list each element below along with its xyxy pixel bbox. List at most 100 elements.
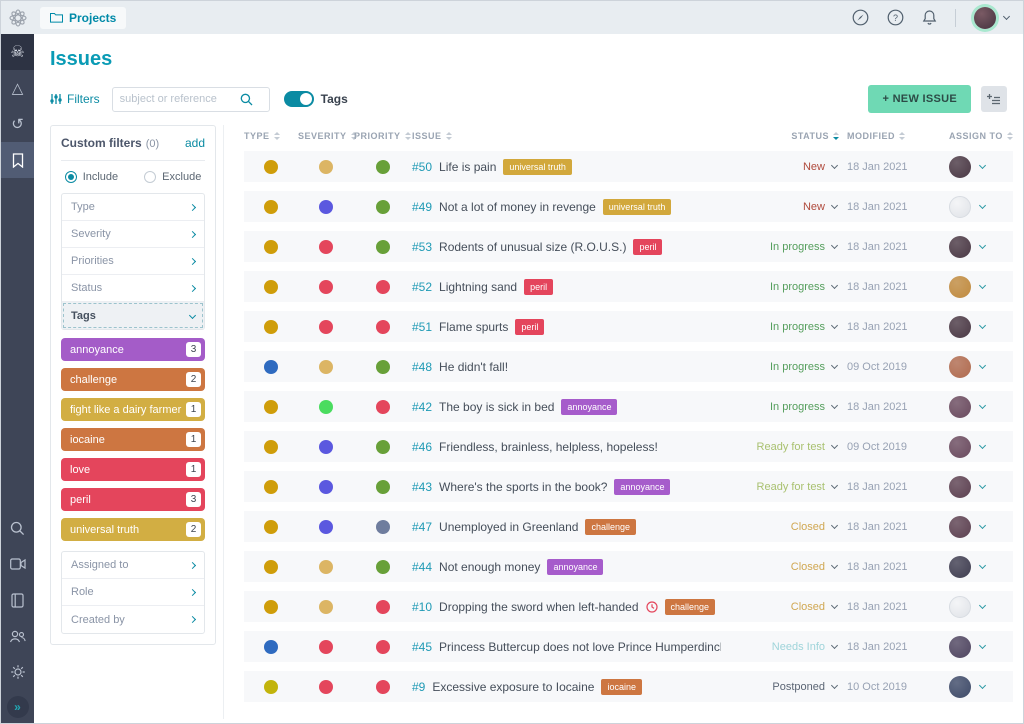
status-dropdown[interactable]: New bbox=[803, 161, 825, 173]
sidebar-item-epics[interactable]: ↺ bbox=[1, 106, 34, 142]
filter-section-row[interactable]: Status bbox=[62, 275, 204, 302]
sidebar-item-team[interactable] bbox=[1, 618, 34, 654]
severity-dot[interactable] bbox=[319, 160, 333, 174]
help-icon[interactable]: ? bbox=[887, 9, 904, 26]
type-dot[interactable] bbox=[264, 280, 278, 294]
status-dropdown[interactable]: Closed bbox=[791, 601, 825, 613]
type-dot[interactable] bbox=[264, 200, 278, 214]
new-issue-button[interactable]: + NEW ISSUE bbox=[868, 85, 971, 113]
issue-subject[interactable]: Unemployed in Greenland bbox=[439, 520, 578, 534]
table-row[interactable]: #49 Not a lot of money in revenge univer… bbox=[244, 191, 1013, 222]
chevron-down-icon[interactable] bbox=[831, 441, 838, 448]
status-dropdown[interactable]: Ready for test bbox=[757, 441, 825, 453]
filter-section-row[interactable]: Priorities bbox=[62, 248, 204, 275]
type-dot[interactable] bbox=[264, 440, 278, 454]
priority-dot[interactable] bbox=[376, 560, 390, 574]
sidebar-item-scrum[interactable]: △ bbox=[1, 70, 34, 106]
severity-dot[interactable] bbox=[319, 280, 333, 294]
chevron-down-icon[interactable] bbox=[979, 561, 986, 568]
chevron-down-icon[interactable] bbox=[979, 441, 986, 448]
exclude-radio[interactable] bbox=[144, 171, 156, 183]
chevron-down-icon[interactable] bbox=[831, 361, 838, 368]
column-header-issue[interactable]: ISSUE bbox=[412, 131, 721, 141]
assignee-avatar[interactable] bbox=[949, 396, 971, 418]
chevron-down-icon[interactable] bbox=[979, 641, 986, 648]
severity-dot[interactable] bbox=[319, 200, 333, 214]
table-row[interactable]: #10 Dropping the sword when left-handed … bbox=[244, 591, 1013, 622]
issue-subject[interactable]: Life is pain bbox=[439, 160, 496, 174]
sidebar-item-issues[interactable] bbox=[1, 142, 34, 178]
issue-id[interactable]: #49 bbox=[412, 200, 432, 214]
issue-id[interactable]: #42 bbox=[412, 400, 432, 414]
tag-filter-chip[interactable]: iocaine1 bbox=[61, 428, 205, 451]
sidebar-item-wiki[interactable] bbox=[1, 582, 34, 618]
status-dropdown[interactable]: Closed bbox=[791, 561, 825, 573]
issue-subject[interactable]: Friendless, brainless, helpless, hopeles… bbox=[439, 440, 658, 454]
assignee-avatar[interactable] bbox=[949, 516, 971, 538]
priority-dot[interactable] bbox=[376, 160, 390, 174]
issue-subject[interactable]: Where's the sports in the book? bbox=[439, 480, 607, 494]
sidebar-item-project-logo[interactable]: ☠ bbox=[1, 34, 34, 70]
status-dropdown[interactable]: In progress bbox=[770, 361, 825, 373]
priority-dot[interactable] bbox=[376, 640, 390, 654]
type-dot[interactable] bbox=[264, 640, 278, 654]
assignee-avatar[interactable] bbox=[949, 356, 971, 378]
table-row[interactable]: #43 Where's the sports in the book? anno… bbox=[244, 471, 1013, 502]
severity-dot[interactable] bbox=[319, 640, 333, 654]
user-menu[interactable] bbox=[974, 7, 1009, 29]
exclude-label[interactable]: Exclude bbox=[162, 171, 201, 183]
filter-section-row[interactable]: Severity bbox=[62, 221, 204, 248]
tag-filter-chip[interactable]: fight like a dairy farmer1 bbox=[61, 398, 205, 421]
column-header-status[interactable]: STATUS bbox=[721, 131, 839, 141]
assignee-avatar[interactable] bbox=[949, 236, 971, 258]
table-row[interactable]: #9 Excessive exposure to Iocaine iocaine… bbox=[244, 671, 1013, 702]
type-dot[interactable] bbox=[264, 360, 278, 374]
issue-id[interactable]: #51 bbox=[412, 320, 432, 334]
table-row[interactable]: #46 Friendless, brainless, helpless, hop… bbox=[244, 431, 1013, 462]
add-custom-filter-button[interactable]: add bbox=[185, 136, 205, 150]
chevron-down-icon[interactable] bbox=[831, 601, 838, 608]
issue-id[interactable]: #48 bbox=[412, 360, 432, 374]
user-avatar[interactable] bbox=[974, 7, 996, 29]
filter-section-row[interactable]: Created by bbox=[62, 606, 204, 633]
filter-section-row[interactable]: Type bbox=[62, 194, 204, 221]
table-row[interactable]: #50 Life is pain universal truth New 18 … bbox=[244, 151, 1013, 182]
column-header-modified[interactable]: MODIFIED bbox=[839, 131, 935, 141]
assignee-avatar[interactable] bbox=[949, 556, 971, 578]
chevron-down-icon[interactable] bbox=[831, 321, 838, 328]
issue-subject[interactable]: He didn't fall! bbox=[439, 360, 508, 374]
issue-subject[interactable]: Princess Buttercup does not love Prince … bbox=[439, 640, 721, 654]
expand-sidebar-button[interactable]: » bbox=[7, 696, 29, 718]
table-row[interactable]: #48 He didn't fall! In progress 09 Oct 2… bbox=[244, 351, 1013, 382]
chevron-down-icon[interactable] bbox=[979, 241, 986, 248]
chevron-down-icon[interactable] bbox=[979, 321, 986, 328]
type-dot[interactable] bbox=[264, 560, 278, 574]
tag-filter-chip[interactable]: love1 bbox=[61, 458, 205, 481]
priority-dot[interactable] bbox=[376, 280, 390, 294]
issue-id[interactable]: #47 bbox=[412, 520, 432, 534]
chevron-down-icon[interactable] bbox=[979, 161, 986, 168]
tag-filter-chip[interactable]: challenge2 bbox=[61, 368, 205, 391]
notifications-bell-icon[interactable] bbox=[922, 9, 937, 26]
issue-id[interactable]: #43 bbox=[412, 480, 432, 494]
priority-dot[interactable] bbox=[376, 520, 390, 534]
issue-id[interactable]: #50 bbox=[412, 160, 432, 174]
status-dropdown[interactable]: Postponed bbox=[772, 681, 825, 693]
filter-section-row[interactable]: Role bbox=[62, 579, 204, 606]
filter-section-row[interactable]: Assigned to bbox=[62, 552, 204, 579]
filter-section-tags[interactable]: Tags bbox=[62, 302, 204, 329]
chevron-down-icon[interactable] bbox=[979, 201, 986, 208]
column-header-type[interactable]: TYPE bbox=[244, 131, 298, 141]
include-radio[interactable] bbox=[65, 171, 77, 183]
chevron-down-icon[interactable] bbox=[831, 561, 838, 568]
priority-dot[interactable] bbox=[376, 600, 390, 614]
chevron-down-icon[interactable] bbox=[831, 401, 838, 408]
discover-icon[interactable] bbox=[852, 9, 869, 26]
tags-toggle[interactable] bbox=[284, 91, 314, 107]
tag-filter-chip[interactable]: peril3 bbox=[61, 488, 205, 511]
type-dot[interactable] bbox=[264, 520, 278, 534]
sidebar-item-settings[interactable] bbox=[1, 654, 34, 690]
type-dot[interactable] bbox=[264, 600, 278, 614]
assignee-avatar[interactable] bbox=[949, 156, 971, 178]
chevron-down-icon[interactable] bbox=[979, 361, 986, 368]
